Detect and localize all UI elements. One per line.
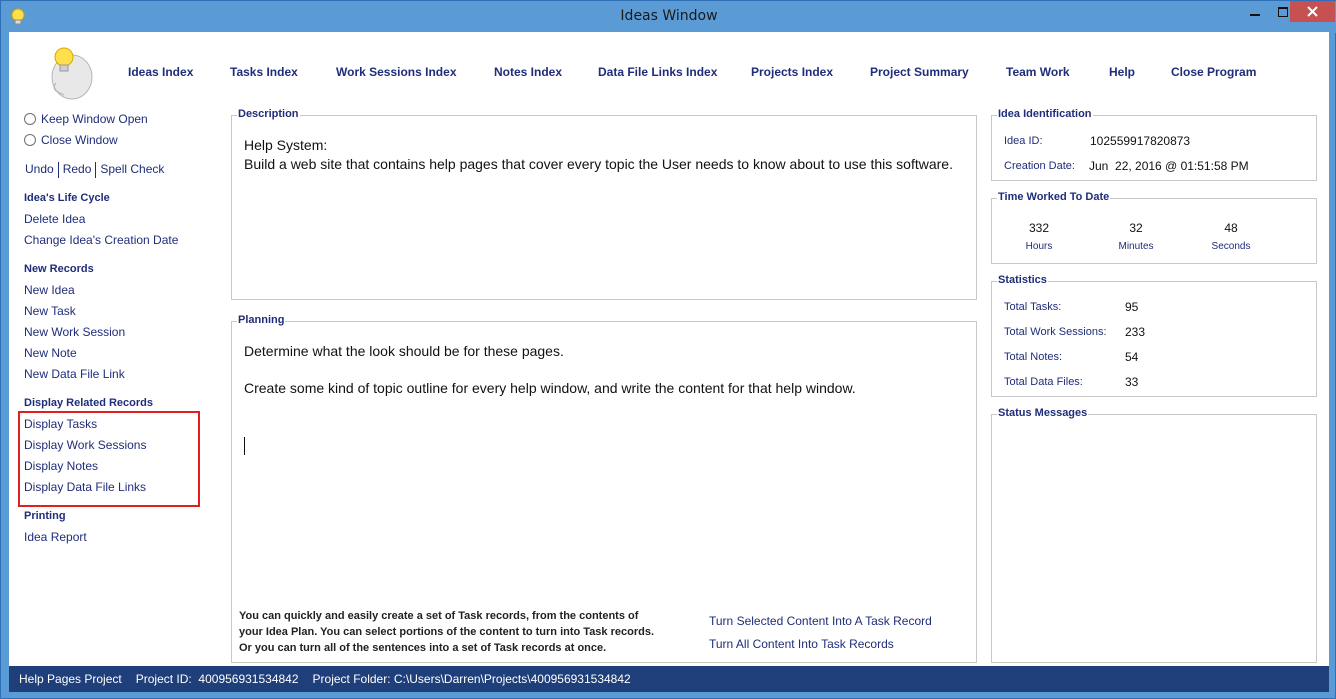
idea-identification-group: Idea Identification Idea ID: 10255991782… [991, 108, 1317, 181]
redo-link[interactable]: Redo [63, 162, 92, 178]
description-text[interactable]: Help System: Build a web site that conta… [244, 136, 953, 174]
status-bar: Help Pages Project Project ID: 400956931… [9, 666, 1329, 692]
hours-value: 332 [1028, 221, 1050, 235]
nav-team-work[interactable]: Team Work [1006, 65, 1070, 79]
new-task-link[interactable]: New Task [24, 304, 76, 318]
nav-work-sessions-index[interactable]: Work Sessions Index [336, 65, 457, 79]
nav-data-file-links-index[interactable]: Data File Links Index [598, 65, 717, 79]
statistics-group: Statistics Total Tasks: 95 Total Work Se… [991, 274, 1317, 397]
total-tasks-label: Total Tasks: [1004, 301, 1062, 313]
display-tasks-link[interactable]: Display Tasks [24, 417, 97, 431]
creation-date-label: Creation Date: [1004, 160, 1075, 172]
section-heading-new-records: New Records [24, 263, 94, 275]
window-frame: Ideas Window Ideas Index Tasks Index Wor… [0, 0, 1336, 699]
idea-identification-title: Idea Identification [997, 108, 1093, 120]
turn-selected-content-link[interactable]: Turn Selected Content Into A Task Record [709, 614, 932, 628]
new-data-file-link-link[interactable]: New Data File Link [24, 367, 125, 381]
description-title: Description [237, 108, 300, 120]
seconds-value: 48 [1224, 221, 1238, 235]
spell-check-link[interactable]: Spell Check [100, 162, 164, 178]
description-line: Build a web site that contains help page… [244, 156, 953, 172]
statistics-title: Statistics [997, 274, 1048, 286]
status-project-folder: Project Folder: C:\Users\Darren\Projects… [312, 672, 631, 686]
seconds-label: Seconds [1211, 241, 1251, 252]
total-work-sessions-value: 233 [1125, 325, 1146, 339]
status-project-name: Help Pages Project [19, 672, 122, 686]
new-idea-link[interactable]: New Idea [24, 283, 75, 297]
nav-projects-index[interactable]: Projects Index [751, 65, 833, 79]
keep-window-open-label: Keep Window Open [41, 112, 148, 126]
close-window-radio[interactable]: Close Window [24, 133, 118, 147]
total-tasks-value: 95 [1125, 300, 1139, 314]
close-window-label: Close Window [41, 133, 118, 147]
delete-idea-link[interactable]: Delete Idea [24, 212, 85, 226]
total-notes-label: Total Notes: [1004, 351, 1063, 363]
keep-window-open-radio[interactable]: Keep Window Open [24, 112, 148, 126]
nav-project-summary[interactable]: Project Summary [870, 65, 969, 79]
status-project-id: Project ID: 400956931534842 [135, 672, 299, 686]
display-notes-link[interactable]: Display Notes [24, 459, 98, 473]
status-messages-group: Status Messages [991, 407, 1317, 663]
description-line: Help System: [244, 137, 328, 153]
display-data-file-links-link[interactable]: Display Data File Links [24, 480, 146, 494]
radio-circle-icon [24, 113, 36, 125]
nav-tasks-index[interactable]: Tasks Index [230, 65, 298, 79]
time-worked-group: Time Worked To Date 332 Hours 32 Minutes… [991, 191, 1317, 264]
total-work-sessions-label: Total Work Sessions: [1004, 326, 1107, 338]
divider [95, 162, 97, 178]
idea-id-label: Idea ID: [1004, 135, 1043, 147]
undo-link[interactable]: Undo [25, 162, 54, 178]
idea-report-link[interactable]: Idea Report [24, 530, 87, 544]
divider [57, 162, 59, 178]
description-group[interactable]: Description Help System: Build a web sit… [231, 108, 977, 300]
window-title: Ideas Window [620, 8, 718, 24]
close-button[interactable] [1290, 1, 1335, 22]
nav-help[interactable]: Help [1109, 65, 1135, 79]
new-note-link[interactable]: New Note [24, 346, 77, 360]
minimize-icon [1250, 14, 1260, 16]
total-notes-value: 54 [1125, 350, 1139, 364]
help-line: Or you can turn all of the sentences int… [239, 642, 607, 654]
hours-label: Hours [1025, 241, 1053, 252]
minimize-button[interactable] [1241, 1, 1269, 23]
close-icon [1307, 6, 1318, 17]
maximize-icon [1278, 7, 1288, 17]
planning-line: Create some kind of topic outline for ev… [244, 380, 856, 396]
help-line: your Idea Plan. You can select portions … [239, 626, 655, 638]
planning-help-text: You can quickly and easily create a set … [239, 608, 689, 656]
minutes-value: 32 [1129, 221, 1143, 235]
section-heading-printing: Printing [24, 510, 66, 522]
head-lightbulb-logo-icon [51, 47, 93, 100]
creation-date-value: Jun 22, 2016 @ 01:51:58 PM [1089, 159, 1249, 173]
status-messages-title: Status Messages [997, 407, 1089, 419]
title-bar[interactable]: Ideas Window [1, 1, 1336, 33]
nav-ideas-index[interactable]: Ideas Index [128, 65, 193, 79]
planning-text[interactable]: Determine what the look should be for th… [244, 342, 856, 398]
text-caret [244, 437, 245, 455]
total-data-files-label: Total Data Files: [1004, 376, 1083, 388]
change-creation-date-link[interactable]: Change Idea's Creation Date [24, 233, 178, 247]
planning-group[interactable]: Planning Determine what the look should … [231, 314, 977, 663]
client-area: Ideas Index Tasks Index Work Sessions In… [9, 32, 1329, 666]
time-worked-title: Time Worked To Date [997, 191, 1111, 203]
planning-line: Determine what the look should be for th… [244, 343, 564, 359]
minutes-label: Minutes [1118, 241, 1154, 252]
turn-all-content-link[interactable]: Turn All Content Into Task Records [709, 637, 894, 651]
nav-notes-index[interactable]: Notes Index [494, 65, 562, 79]
planning-title: Planning [237, 314, 286, 326]
radio-circle-icon [24, 134, 36, 146]
new-work-session-link[interactable]: New Work Session [24, 325, 125, 339]
total-data-files-value: 33 [1125, 375, 1139, 389]
section-heading-life-cycle: Idea's Life Cycle [24, 192, 110, 204]
help-line: You can quickly and easily create a set … [239, 610, 639, 622]
nav-close-program[interactable]: Close Program [1171, 65, 1256, 79]
idea-id-value: 102559917820873 [1090, 134, 1191, 148]
display-work-sessions-link[interactable]: Display Work Sessions [24, 438, 146, 452]
section-heading-display-related: Display Related Records [24, 397, 153, 409]
edit-actions: Undo Redo Spell Check [25, 162, 164, 178]
